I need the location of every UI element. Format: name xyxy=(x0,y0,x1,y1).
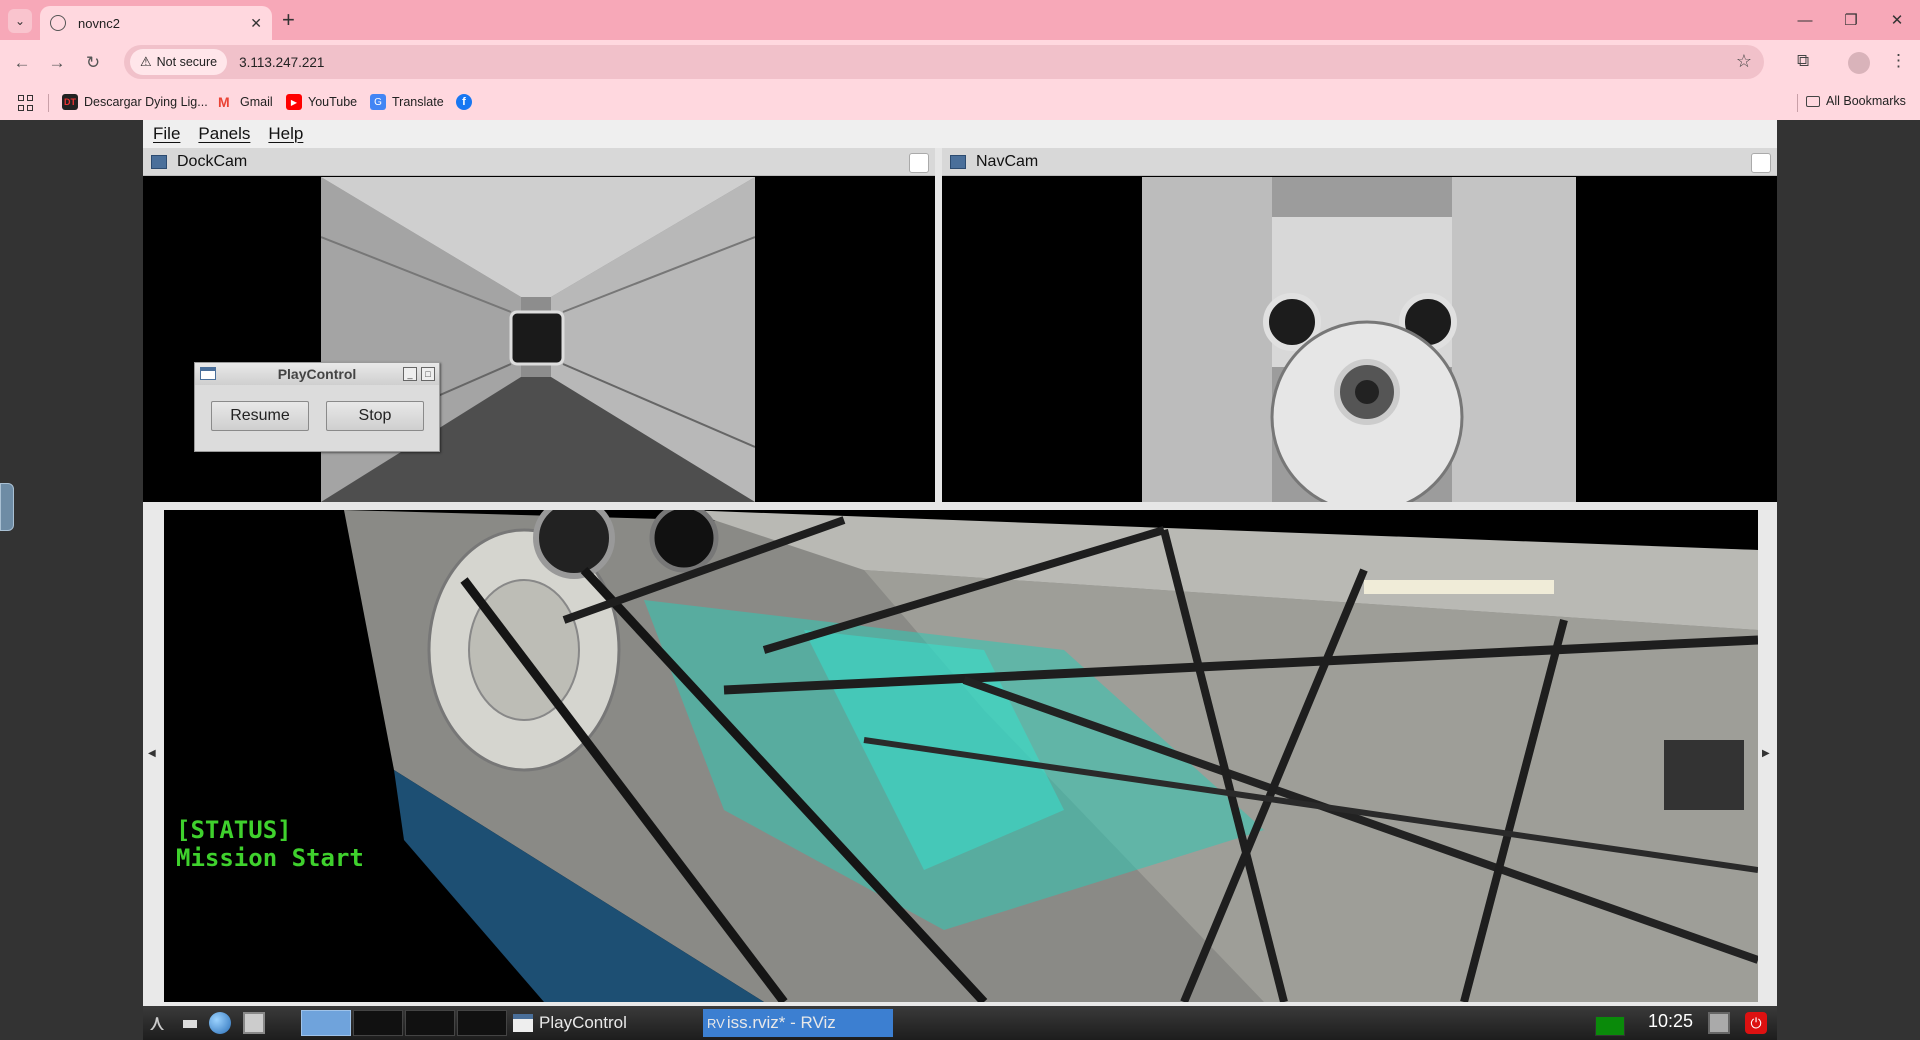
extensions-icon[interactable]: ⧉ xyxy=(1797,51,1809,71)
collapse-right-arrow-icon[interactable]: ▶ xyxy=(1762,748,1770,759)
panel-icon xyxy=(950,154,966,169)
task-rviz[interactable]: RV iss.rviz* - RViz xyxy=(703,1009,893,1037)
facebook-icon: f xyxy=(456,94,472,110)
dockcam-header: DockCam xyxy=(143,148,935,176)
display-settings-icon[interactable] xyxy=(1708,1012,1730,1034)
restore-icon[interactable]: ❐ xyxy=(1828,0,1874,40)
bookmark-translate[interactable]: G Translate xyxy=(370,94,444,110)
security-label: Not secure xyxy=(156,55,218,69)
task-playcontrol[interactable]: PlayControl xyxy=(513,1009,703,1037)
omnibox[interactable]: ⚠ Not secure 3.113.247.221 ☆ xyxy=(124,45,1764,79)
navcam-close-checkbox[interactable] xyxy=(1751,153,1771,173)
workspace-2[interactable] xyxy=(353,1010,403,1036)
menu-panels[interactable]: Panels xyxy=(198,124,250,144)
panel-icon xyxy=(151,154,167,169)
maximize-dialog-icon[interactable]: □ xyxy=(421,367,435,381)
tab-search-chevron-icon[interactable]: ⌄ xyxy=(8,9,32,33)
forward-icon[interactable]: → xyxy=(45,51,69,75)
browser-tab-strip: ⌄ novnc2 ✕ + — ❐ ✕ xyxy=(0,0,1920,40)
browser-tab[interactable]: novnc2 ✕ xyxy=(40,6,272,40)
browser-globe-icon[interactable] xyxy=(209,1012,231,1034)
divider xyxy=(48,94,49,112)
status-overlay: [STATUS] Mission Start xyxy=(176,816,364,872)
status-heading: [STATUS] xyxy=(176,816,292,844)
menu-file[interactable]: File xyxy=(153,124,180,144)
stop-button[interactable]: Stop xyxy=(326,401,424,431)
profile-avatar[interactable] xyxy=(1848,52,1870,74)
playcontrol-dialog: PlayControl _ □ Resume Stop xyxy=(194,362,440,452)
start-menu-icon[interactable]: ⋏ xyxy=(149,1012,171,1034)
apps-grid-icon[interactable] xyxy=(18,95,34,111)
dockcam-image xyxy=(321,177,755,502)
navcam-image xyxy=(1142,177,1576,502)
bookmark-facebook[interactable]: f xyxy=(456,94,478,110)
status-message: Mission Start xyxy=(176,844,364,872)
warning-icon: ⚠ xyxy=(140,54,152,69)
resume-button[interactable]: Resume xyxy=(211,401,309,431)
panel-splitter-vertical[interactable] xyxy=(935,148,942,502)
novnc-control-handle[interactable] xyxy=(0,483,14,531)
dockcam-view xyxy=(143,177,935,502)
navcam-panel: NavCam xyxy=(942,148,1777,502)
divider xyxy=(1797,94,1798,112)
reload-icon[interactable]: ↻ xyxy=(81,51,105,75)
bookmark-star-icon[interactable]: ☆ xyxy=(1736,51,1752,72)
playcontrol-titlebar[interactable]: PlayControl _ □ xyxy=(195,363,439,385)
all-bookmarks[interactable]: All Bookmarks xyxy=(1806,94,1906,108)
address-bar-row: ← → ↻ ⚠ Not secure 3.113.247.221 ☆ ⧉ ⋮ xyxy=(0,40,1920,86)
back-icon[interactable]: ← xyxy=(10,51,34,75)
window-icon xyxy=(513,1014,533,1032)
translate-icon: G xyxy=(370,94,386,110)
bookmark-gmail[interactable]: M Gmail xyxy=(218,94,273,110)
workspace-4[interactable] xyxy=(457,1010,507,1036)
close-window-icon[interactable]: ✕ xyxy=(1874,0,1920,40)
power-icon[interactable]: ⏻ xyxy=(1745,1012,1767,1034)
rviz-3d-view[interactable]: [STATUS] Mission Start xyxy=(164,510,1758,1002)
taskbar-clock: 10:25 xyxy=(1648,1011,1694,1031)
bookmark-label: YouTube xyxy=(308,95,358,109)
bookmark-label: Descargar Dying Lig... xyxy=(84,95,208,109)
navcam-view xyxy=(942,177,1777,502)
navcam-title: NavCam xyxy=(976,152,1039,170)
youtube-icon: ▶ xyxy=(286,94,302,110)
new-tab-button[interactable]: + xyxy=(282,8,295,32)
gmail-icon: M xyxy=(218,94,230,110)
file-manager-icon[interactable] xyxy=(243,1012,265,1034)
rviz-menu-bar: File Panels Help xyxy=(143,120,1777,148)
close-tab-icon[interactable]: ✕ xyxy=(250,15,262,32)
bookmark-youtube[interactable]: ▶ YouTube xyxy=(286,94,357,110)
bookmark-dying-light[interactable]: DT Descargar Dying Lig... xyxy=(62,94,208,110)
menu-help[interactable]: Help xyxy=(268,124,303,144)
bookmarks-bar: DT Descargar Dying Lig... M Gmail ▶ YouT… xyxy=(0,86,1920,120)
globe-icon xyxy=(50,15,66,31)
folder-icon xyxy=(1806,95,1820,107)
tab-title: novnc2 xyxy=(78,15,120,31)
dockcam-title: DockCam xyxy=(177,152,248,170)
dying-light-icon: DT xyxy=(62,94,78,110)
remote-taskbar: ⋏ PlayControl RV iss.rviz* - RViz 10:25 … xyxy=(143,1006,1777,1040)
minimize-icon[interactable]: — xyxy=(1782,0,1828,40)
collapse-left-arrow-icon[interactable]: ◀ xyxy=(148,748,156,759)
kebab-menu-icon[interactable]: ⋮ xyxy=(1890,51,1907,71)
workspace-3[interactable] xyxy=(405,1010,455,1036)
navcam-header: NavCam xyxy=(942,148,1777,176)
rviz-icon: RV xyxy=(707,1015,725,1031)
window-icon xyxy=(200,367,216,380)
dockcam-close-checkbox[interactable] xyxy=(909,153,929,173)
iss-scene-render xyxy=(164,510,1758,1002)
show-desktop-icon[interactable] xyxy=(183,1020,197,1028)
all-bookmarks-label: All Bookmarks xyxy=(1826,94,1906,108)
minimize-dialog-icon[interactable]: _ xyxy=(403,367,417,381)
task-playcontrol-label: PlayControl xyxy=(539,1013,627,1032)
security-chip[interactable]: ⚠ Not secure xyxy=(130,49,228,75)
task-rviz-label: iss.rviz* - RViz xyxy=(726,1013,836,1032)
bookmark-label: Translate xyxy=(392,95,444,109)
url-text[interactable]: 3.113.247.221 xyxy=(239,55,324,70)
panel-splitter-horizontal[interactable] xyxy=(143,502,1777,510)
workspace-1[interactable] xyxy=(301,1010,351,1036)
cpu-monitor-icon xyxy=(1595,1016,1625,1036)
bookmark-label: Gmail xyxy=(240,95,273,109)
